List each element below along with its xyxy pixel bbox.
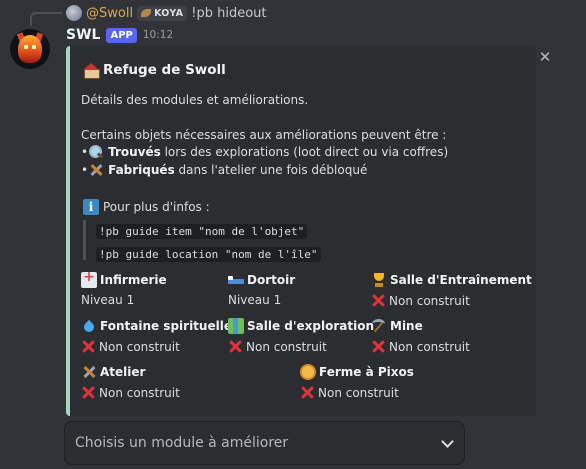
field-value: Niveau 1 xyxy=(81,293,135,307)
field-name: Salle d'Entraînement xyxy=(390,273,532,287)
guild-tag-badge[interactable]: KOYA xyxy=(137,5,188,21)
field-name: Infirmerie xyxy=(100,273,167,287)
field-value: Non construit xyxy=(389,339,470,354)
cross-mark-icon xyxy=(371,293,386,308)
bullet-rest: dans l'atelier une fois débloqué xyxy=(174,163,368,177)
bullet-prefix: • xyxy=(81,163,89,177)
avatar-eye-right xyxy=(32,45,36,49)
cross-mark-icon xyxy=(228,339,243,354)
pickaxe-icon xyxy=(371,318,387,334)
module-select-menu[interactable]: Choisis un module à améliorer xyxy=(64,421,465,465)
field-infirmerie: Infirmerie Niveau 1 xyxy=(81,269,167,307)
info-line: Pour plus d'infos : xyxy=(83,199,210,215)
field-value: Non construit xyxy=(318,385,399,400)
house-icon xyxy=(83,62,100,79)
field-mine: Mine Non construit xyxy=(371,318,470,354)
map-icon xyxy=(228,318,244,334)
avatar-eye-left xyxy=(24,45,28,49)
bullet-crafted: • Fabriqués dans l'atelier une fois débl… xyxy=(81,162,367,178)
embed-title-text: Refuge de Swoll xyxy=(103,62,226,78)
close-icon[interactable]: ✕ xyxy=(538,50,552,65)
command-code-item[interactable]: !pb guide item "nom de l'objet" xyxy=(96,224,308,239)
field-value: Non construit xyxy=(389,293,470,308)
reply-connector xyxy=(30,12,62,26)
bullet-prefix: • xyxy=(81,145,89,159)
guild-tag-label: KOYA xyxy=(154,7,184,19)
bullet-found: • Trouvés lors des explorations (loot di… xyxy=(81,144,448,160)
field-name: Salle d'exploration xyxy=(247,319,375,333)
cross-mark-icon xyxy=(81,385,96,400)
magnifier-icon xyxy=(88,144,104,160)
author-name[interactable]: SWL xyxy=(66,27,100,43)
field-name: Atelier xyxy=(100,365,146,379)
app-badge: APP xyxy=(106,27,137,43)
field-name: Dortoir xyxy=(247,273,296,287)
avatar-flame xyxy=(18,35,42,63)
coin-icon xyxy=(300,364,316,380)
field-value: Non construit xyxy=(246,339,327,354)
tools-icon xyxy=(81,364,97,380)
tools-icon xyxy=(88,162,104,178)
field-value: Non construit xyxy=(99,339,180,354)
field-atelier: Atelier Non construit xyxy=(81,364,180,400)
embed-card: Refuge de Swoll Détails des modules et a… xyxy=(66,46,536,416)
timestamp[interactable]: 10:12 xyxy=(143,29,173,41)
field-dortoir: Dortoir Niveau 1 xyxy=(228,272,295,307)
hospital-icon xyxy=(81,269,97,288)
bullet-bold: Fabriqués xyxy=(108,163,175,177)
avatar[interactable] xyxy=(10,29,50,69)
reply-avatar[interactable] xyxy=(66,5,82,21)
field-name: Fontaine spirituelle xyxy=(100,319,232,333)
select-placeholder: Choisis un module à améliorer xyxy=(75,435,289,451)
command-code-location[interactable]: !pb guide location "nom de l'île" xyxy=(96,247,321,262)
chat-message-area: @Swoll KOYA !pb hideout SWL APP 10:12 Re… xyxy=(0,0,586,469)
bed-icon xyxy=(228,272,244,288)
field-name: Ferme à Pixos xyxy=(319,365,414,379)
field-name: Mine xyxy=(390,319,423,333)
reply-command-text[interactable]: !pb hideout xyxy=(191,6,266,21)
field-fontaine-spirituelle: Fontaine spirituelle Non construit xyxy=(81,318,232,354)
embed-title: Refuge de Swoll xyxy=(83,62,226,79)
field-value: Non construit xyxy=(99,385,180,400)
field-ferme-pixos: Ferme à Pixos Non construit xyxy=(300,364,414,400)
cross-mark-icon xyxy=(300,385,315,400)
embed-intro: Certains objets nécessaires aux améliora… xyxy=(81,128,447,142)
reply-username[interactable]: @Swoll xyxy=(86,6,133,21)
droplet-icon xyxy=(81,318,97,334)
embed-subtitle: Détails des modules et améliorations. xyxy=(81,93,309,107)
field-value: Niveau 1 xyxy=(228,293,282,307)
trophy-icon xyxy=(371,272,387,288)
command-blockquote: !pb guide item "nom de l'objet" !pb guid… xyxy=(83,220,321,262)
info-icon xyxy=(83,199,99,215)
bullet-bold: Trouvés xyxy=(108,145,161,159)
bullet-rest: lors des explorations (loot direct ou vi… xyxy=(160,145,449,159)
chevron-down-icon xyxy=(441,434,454,448)
cross-mark-icon xyxy=(371,339,386,354)
field-salle-entrainement: Salle d'Entraînement Non construit xyxy=(371,272,532,308)
reply-preview[interactable]: @Swoll KOYA !pb hideout xyxy=(66,4,267,22)
message-header: SWL APP 10:12 xyxy=(66,27,173,43)
leaf-icon xyxy=(141,9,152,17)
info-label: Pour plus d'infos : xyxy=(103,200,210,214)
cross-mark-icon xyxy=(81,339,96,354)
field-salle-exploration: Salle d'exploration Non construit xyxy=(228,318,374,354)
